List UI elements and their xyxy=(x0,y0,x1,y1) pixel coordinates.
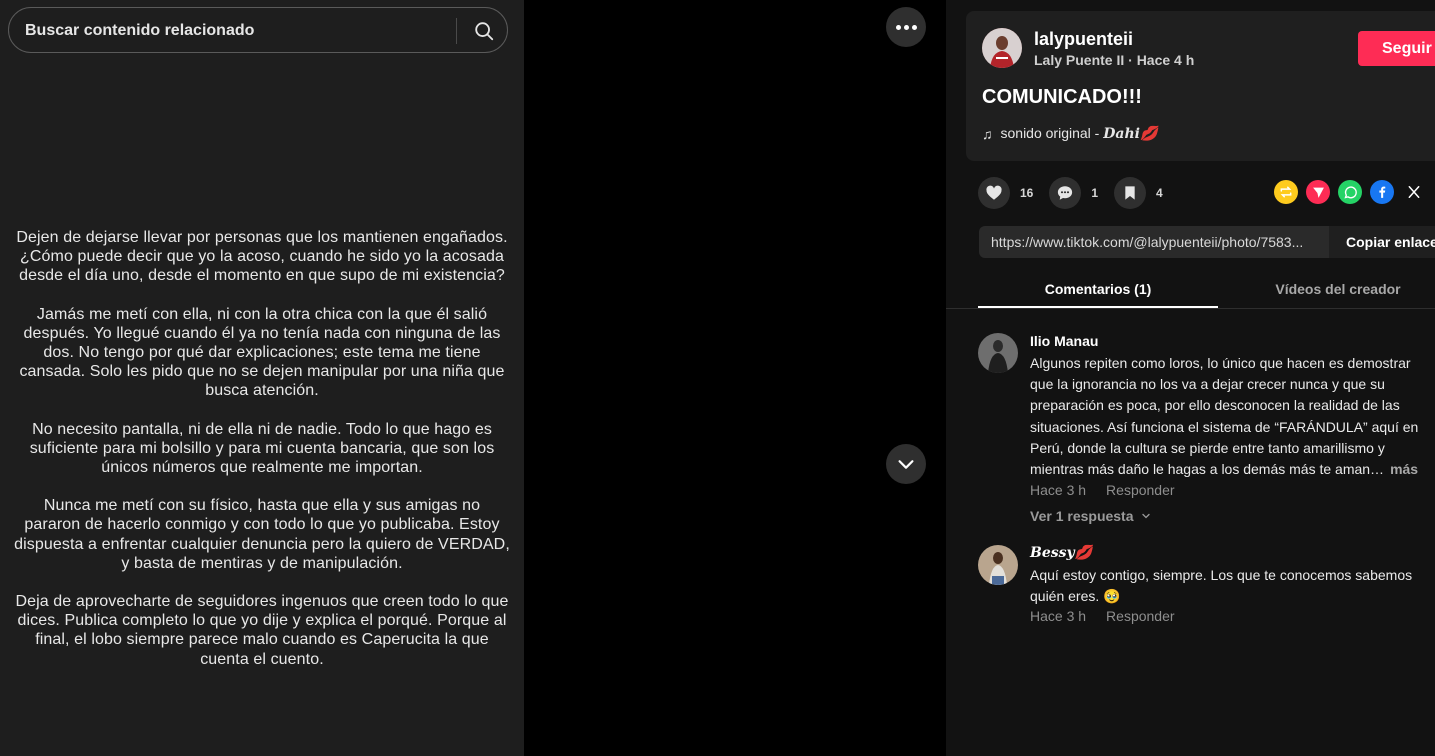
music-artist: 𝑫𝒂𝒉𝒊💋 xyxy=(1103,126,1158,142)
tabs-divider xyxy=(946,308,1435,309)
follow-button[interactable]: Seguir xyxy=(1358,31,1435,66)
tab-comments[interactable]: Comentarios (1) xyxy=(978,281,1218,297)
search-input[interactable]: Buscar contenido relacionado xyxy=(25,22,254,40)
commenter-avatar[interactable] xyxy=(978,545,1018,585)
more-dots-icon xyxy=(911,24,917,30)
like-count: 16 xyxy=(1020,186,1034,200)
facebook-icon[interactable] xyxy=(1370,180,1394,204)
reply-button[interactable]: Responder xyxy=(1106,608,1175,624)
author-username[interactable]: lalypuenteii xyxy=(1034,29,1133,50)
avatar-image-icon xyxy=(982,28,1022,68)
post-caption: COMUNICADO!!! xyxy=(982,86,1142,108)
avatar-image-icon xyxy=(978,333,1018,373)
search-divider xyxy=(456,18,457,44)
comment-time: Hace 3 h xyxy=(1030,482,1087,498)
reply-button[interactable]: Responder xyxy=(1106,482,1175,498)
author-subline: Laly Puente II · Hace 4 h xyxy=(1034,52,1195,68)
comment-button[interactable]: 1 xyxy=(1049,177,1098,209)
more-dots-icon xyxy=(895,24,901,30)
related-content-panel: Buscar contenido relacionado Dejen de de… xyxy=(0,0,524,756)
post-paragraph: No necesito pantalla, ni de ella ni de n… xyxy=(29,420,495,477)
comment-icon xyxy=(1058,186,1073,200)
music-row[interactable]: ♫ sonido original - 𝑫𝒂𝒉𝒊💋 xyxy=(982,125,1157,142)
comment-meta: Hace 3 h Responder xyxy=(1030,482,1175,498)
active-tab-indicator xyxy=(978,306,1218,308)
action-bar: 16 1 4 xyxy=(978,177,1179,209)
search-bar[interactable]: Buscar contenido relacionado xyxy=(8,7,508,53)
comment-count: 1 xyxy=(1091,186,1099,200)
bookmark-icon-wrap xyxy=(1114,177,1147,209)
comment-text: Algunos repiten como loros, lo único que… xyxy=(1030,355,1419,478)
music-note-icon: ♫ xyxy=(982,125,993,142)
music-title: sonido original - xyxy=(1000,125,1104,141)
repost-icon[interactable] xyxy=(1274,180,1298,204)
author-avatar[interactable] xyxy=(982,28,1022,68)
share-icons xyxy=(1274,180,1426,204)
commenter-name[interactable]: 𝑩𝒆𝒔𝒔𝒚💋 xyxy=(1030,545,1092,561)
more-dots-icon xyxy=(903,24,909,30)
comment-icon-wrap xyxy=(1049,177,1082,209)
commenter-name[interactable]: Ilio Manau xyxy=(1030,333,1098,349)
post-link-box: https://www.tiktok.com/@lalypuenteii/pho… xyxy=(979,226,1435,258)
post-paragraph: Jamás me metí con ella, ni con la otra c… xyxy=(19,305,505,400)
post-paragraph: Nunca me metí con su físico, hasta que e… xyxy=(14,497,510,572)
view-replies-label: Ver 1 respuesta xyxy=(1030,508,1134,524)
heart-icon xyxy=(986,185,1002,200)
like-button[interactable]: 16 xyxy=(978,177,1033,209)
chevron-down-icon xyxy=(1141,513,1150,519)
comment-text: Aquí estoy contigo, siempre. Los que te … xyxy=(1030,567,1413,605)
post-url[interactable]: https://www.tiktok.com/@lalypuenteii/pho… xyxy=(991,234,1303,250)
comment-item: Ilio Manau Algunos repiten como loros, l… xyxy=(978,333,1428,533)
comment-more-link[interactable]: más xyxy=(1390,461,1418,477)
whatsapp-icon[interactable] xyxy=(1338,180,1362,204)
more-options-button[interactable] xyxy=(886,7,926,47)
commenter-avatar[interactable] xyxy=(978,333,1018,373)
post-paragraph: Deja de aprovecharte de seguidores ingen… xyxy=(15,593,509,668)
comment-time: Hace 3 h xyxy=(1030,608,1087,624)
comment-item: 𝑩𝒆𝒔𝒔𝒚💋 Aquí estoy contigo, siempre. Los … xyxy=(978,545,1428,635)
chevron-down-icon xyxy=(898,460,914,469)
next-post-button[interactable] xyxy=(886,444,926,484)
copy-link-button[interactable]: Copiar enlace xyxy=(1329,226,1435,258)
comment-meta: Hace 3 h Responder xyxy=(1030,608,1175,624)
post-text: Dejen de dejarse llevar por personas que… xyxy=(14,228,510,688)
save-count: 4 xyxy=(1156,186,1163,200)
media-viewer xyxy=(524,0,946,756)
search-button[interactable] xyxy=(464,12,504,50)
view-replies-button[interactable]: Ver 1 respuesta xyxy=(1030,508,1152,524)
save-button[interactable]: 4 xyxy=(1114,177,1163,209)
bookmark-icon xyxy=(1125,186,1135,200)
x-icon[interactable] xyxy=(1402,180,1426,204)
search-icon xyxy=(475,22,494,41)
tab-creator-videos[interactable]: Vídeos del creador xyxy=(1218,281,1435,297)
avatar-image-icon xyxy=(978,545,1018,585)
post-paragraph: Dejen de dejarse llevar por personas que… xyxy=(16,229,508,285)
send-icon[interactable] xyxy=(1306,180,1330,204)
heart-icon-wrap xyxy=(978,177,1010,209)
